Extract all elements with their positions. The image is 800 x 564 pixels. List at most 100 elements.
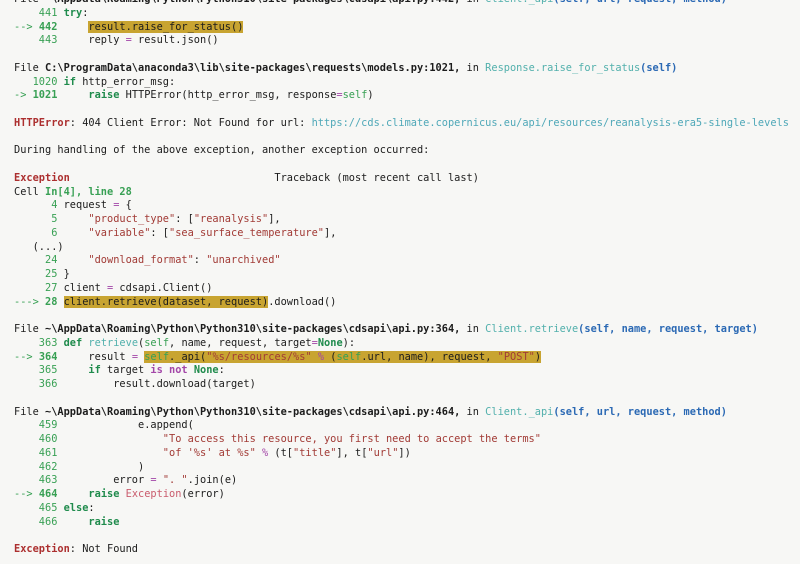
traceback-line: 6 "variable": ["sea_surface_temperature"… xyxy=(14,227,800,241)
code-token: During handling of the above exception, … xyxy=(14,144,429,156)
code-token: if xyxy=(64,76,76,88)
code-token: (self) xyxy=(640,62,677,74)
code-token: ---> xyxy=(14,296,45,308)
traceback-line: File C:\ProgramData\anaconda3\lib\site-p… xyxy=(14,62,800,76)
traceback-output: File ~\AppData\Roaming\Python\Python310\… xyxy=(0,0,800,557)
code-token: (self, url, request, method) xyxy=(553,0,727,5)
code-token: -> xyxy=(14,89,33,101)
traceback-line: File ~\AppData\Roaming\Python\Python310\… xyxy=(14,323,800,337)
code-token: "variable" xyxy=(88,227,150,239)
code-token: target xyxy=(101,364,151,376)
code-token: ], xyxy=(324,227,336,239)
code-token xyxy=(312,351,318,363)
code-token: Client._api xyxy=(485,406,553,418)
code-token: result.json() xyxy=(132,34,219,46)
code-token xyxy=(57,516,88,528)
code-token: --> xyxy=(14,21,39,33)
code-token: "of '%s' at %s" xyxy=(163,447,256,459)
code-token: ], t[ xyxy=(336,447,367,459)
code-token: (self, name, request, target) xyxy=(578,323,758,335)
code-token: self xyxy=(144,351,169,363)
traceback-line: -> 1021 raise HTTPError(http_error_msg, … xyxy=(14,89,800,103)
code-token: self xyxy=(144,337,169,349)
code-token: ]) xyxy=(398,447,410,459)
code-token: 443 xyxy=(14,34,57,46)
code-token: Cell xyxy=(14,186,45,198)
code-token: 27 xyxy=(14,282,57,294)
blank-line xyxy=(14,392,800,406)
code-token: 459 xyxy=(14,419,57,431)
code-token: { xyxy=(119,199,131,211)
code-token: 1020 xyxy=(14,76,64,88)
code-token: C:\ProgramData\anaconda3\lib\site-packag… xyxy=(45,62,460,74)
code-token: "To access this resource, you first need… xyxy=(163,433,541,445)
code-token: ) xyxy=(367,89,373,101)
code-token: in xyxy=(460,406,485,418)
traceback-line: 461 "of '%s' at %s" % (t["title"], t["ur… xyxy=(14,447,800,461)
code-token: result.raise_for_status() xyxy=(88,21,243,33)
blank-line xyxy=(14,48,800,62)
code-token: ~\AppData\Roaming\Python\Python310\site-… xyxy=(45,406,460,418)
traceback-line: --> 442 result.raise_for_status() xyxy=(14,21,800,35)
code-token: None xyxy=(318,337,343,349)
code-token: 365 xyxy=(14,364,57,376)
code-token: "download_format" xyxy=(88,254,193,266)
code-token xyxy=(57,433,162,445)
code-token: 24 xyxy=(14,254,57,266)
traceback-line: 465 else: xyxy=(14,502,800,516)
traceback-line: Exception: Not Found xyxy=(14,543,800,557)
code-token: "sea_surface_temperature" xyxy=(169,227,324,239)
code-token: raise xyxy=(88,488,119,500)
traceback-line: 1020 if http_error_msg: xyxy=(14,76,800,90)
code-token: Traceback (most recent call last) xyxy=(70,172,479,184)
code-token: 441 xyxy=(14,7,64,19)
code-token: ) xyxy=(535,351,541,363)
code-token: else xyxy=(64,502,89,514)
code-token: "unarchived" xyxy=(206,254,280,266)
code-token: : xyxy=(88,502,94,514)
traceback-line: File ~\AppData\Roaming\Python\Python310\… xyxy=(14,0,800,7)
code-token: .url, name), request, xyxy=(361,351,497,363)
code-token: 5 xyxy=(14,213,57,225)
traceback-line: 460 "To access this resource, you first … xyxy=(14,433,800,447)
code-token: ( xyxy=(324,351,336,363)
code-token: self xyxy=(343,89,368,101)
code-token: : xyxy=(219,364,225,376)
code-token: 466 xyxy=(14,516,57,528)
code-token: Exception xyxy=(126,488,182,500)
code-token: "POST" xyxy=(498,351,535,363)
traceback-line: Cell In[4], line 28 xyxy=(14,186,800,200)
code-token: .download() xyxy=(268,296,336,308)
traceback-line: 366 result.download(target) xyxy=(14,378,800,392)
code-token xyxy=(57,364,88,376)
traceback-line: During handling of the above exception, … xyxy=(14,144,800,158)
code-token xyxy=(57,254,88,266)
blank-line xyxy=(14,309,800,323)
code-token: reply xyxy=(57,34,125,46)
code-token: None xyxy=(194,364,219,376)
traceback-line: 466 raise xyxy=(14,516,800,530)
code-token: } xyxy=(57,268,69,280)
code-token: --> xyxy=(14,488,39,500)
traceback-line: 25 } xyxy=(14,268,800,282)
code-token: client.retrieve(dataset, request) xyxy=(64,296,269,308)
code-token: http_error_msg: xyxy=(76,76,175,88)
traceback-line: 363 def retrieve(self, name, request, ta… xyxy=(14,337,800,351)
code-token xyxy=(57,21,88,33)
code-token: 462 xyxy=(14,461,57,473)
code-token: File xyxy=(14,323,45,335)
code-token: self xyxy=(336,351,361,363)
traceback-line: 459 e.append( xyxy=(14,419,800,433)
traceback-line: 27 client = cdsapi.Client() xyxy=(14,282,800,296)
code-token: 463 xyxy=(14,474,57,486)
code-token: request xyxy=(57,199,113,211)
code-token: In[4], line 28 xyxy=(45,186,132,198)
code-token: ._api( xyxy=(169,351,206,363)
traceback-line: 441 try: xyxy=(14,7,800,21)
code-token: result.download(target) xyxy=(57,378,255,390)
code-token: 28 xyxy=(45,296,57,308)
code-token: 464 xyxy=(39,488,58,500)
code-token: client xyxy=(57,282,107,294)
code-token: Exception xyxy=(14,172,70,184)
traceback-line: --> 364 result = self._api("%s/resources… xyxy=(14,351,800,365)
